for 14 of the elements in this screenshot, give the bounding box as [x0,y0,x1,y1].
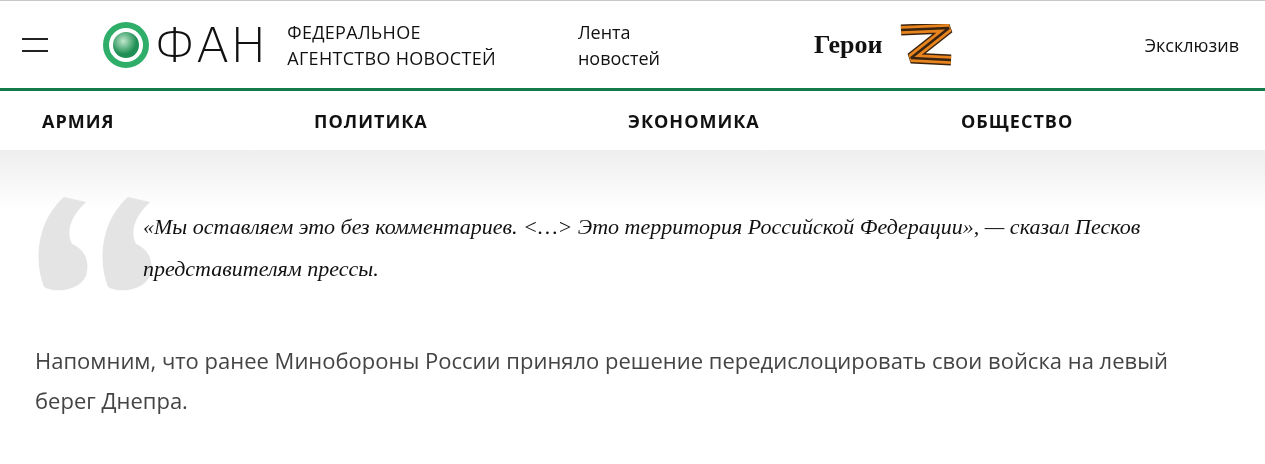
nav-link[interactable]: ОБЩЕСТВО [961,108,1074,133]
nav-link[interactable]: ПОЛИТИКА [314,108,628,133]
nav-link[interactable]: ЭКОНОМИКА [628,108,961,133]
menu-icon[interactable] [22,37,48,52]
nav-link[interactable]: АРМИЯ [42,108,314,133]
logo-subtitle: АГЕНТСТВО НОВОСТЕЙ [287,44,496,71]
globe-icon [102,20,150,69]
logo-subtitle: ФЕДЕРАЛЬНОЕ [287,18,422,45]
article-paragraph: Напомним, что ранее Минобороны России приняло решение передислоцировать свои войска на левый берег Днепра. [35,344,1170,417]
heroes-link[interactable]: Герои [813,29,883,60]
exclusive-link[interactable]: Эксклюзив [1144,32,1239,57]
quote-text: «Мы оставляем это без комментариев. <…> Это территория Российской Федерации», — сказал Песков представителям прессы. [143,213,1142,283]
logo-text[interactable]: ФАН [154,20,268,69]
news-feed-link[interactable]: Лента новостей [577,18,678,71]
